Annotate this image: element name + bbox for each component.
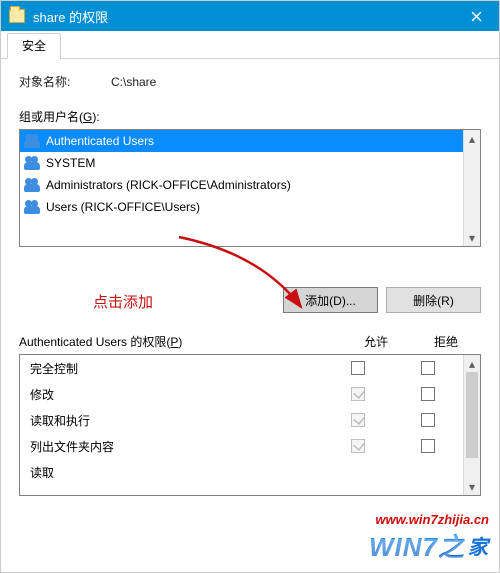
permission-label: 完全控制 bbox=[30, 360, 323, 377]
watermark-url: www.win7zhijia.cn bbox=[369, 512, 489, 527]
checkbox[interactable] bbox=[421, 361, 435, 375]
list-item-label: Administrators (RICK-OFFICE\Administrato… bbox=[46, 178, 291, 192]
object-row: 对象名称: C:\share bbox=[19, 73, 481, 90]
checkbox[interactable] bbox=[351, 413, 365, 427]
permissions-header: Authenticated Users 的权限(P) 允许 拒绝 bbox=[19, 333, 481, 350]
permissions-title: Authenticated Users 的权限(P) bbox=[19, 333, 341, 350]
button-row: 点击添加 添加(D)... 删除(R) bbox=[19, 287, 481, 313]
checkbox[interactable] bbox=[421, 387, 435, 401]
list-item[interactable]: Authenticated Users bbox=[20, 130, 480, 152]
scroll-up-icon[interactable]: ▴ bbox=[464, 355, 480, 372]
add-button[interactable]: 添加(D)... bbox=[283, 287, 378, 313]
object-value: C:\share bbox=[111, 75, 156, 89]
permission-label: 列出文件夹内容 bbox=[30, 438, 323, 455]
window-title: share 的权限 bbox=[33, 7, 454, 26]
list-item-label: Authenticated Users bbox=[46, 134, 154, 148]
list-item-label: SYSTEM bbox=[46, 156, 95, 170]
annotation-text: 点击添加 bbox=[93, 291, 153, 312]
tab-security[interactable]: 安全 bbox=[7, 33, 61, 59]
folder-icon bbox=[9, 9, 25, 23]
close-button[interactable] bbox=[454, 1, 499, 31]
groups-label: 组或用户名(G): bbox=[19, 108, 481, 125]
permission-row: 读取和执行 bbox=[20, 407, 463, 433]
permission-row: 读取 bbox=[20, 459, 463, 485]
users-icon bbox=[24, 155, 42, 171]
watermark-logo: WIN7之家 bbox=[369, 527, 489, 564]
permission-row: 完全控制 bbox=[20, 355, 463, 381]
list-item[interactable]: Users (RICK-OFFICE\Users) bbox=[20, 196, 480, 218]
permission-label: 修改 bbox=[30, 386, 323, 403]
scroll-thumb[interactable] bbox=[466, 372, 478, 458]
house-icon: 家 bbox=[468, 537, 489, 559]
permissions-listbox[interactable]: 完全控制修改读取和执行列出文件夹内容读取 ▴ ▾ bbox=[19, 354, 481, 496]
titlebar: share 的权限 bbox=[1, 1, 499, 31]
listbox-scrollbar[interactable]: ▴ ▾ bbox=[463, 130, 480, 246]
permission-row: 修改 bbox=[20, 381, 463, 407]
scroll-track[interactable] bbox=[464, 372, 480, 478]
scroll-down-icon[interactable]: ▾ bbox=[464, 229, 480, 246]
list-item[interactable]: SYSTEM bbox=[20, 152, 480, 174]
scroll-up-icon[interactable]: ▴ bbox=[464, 130, 480, 147]
content-area: 对象名称: C:\share 组或用户名(G): Authenticated U… bbox=[1, 59, 499, 506]
users-icon bbox=[24, 177, 42, 193]
checkbox[interactable] bbox=[421, 439, 435, 453]
checkbox[interactable] bbox=[351, 387, 365, 401]
permission-label: 读取 bbox=[30, 464, 323, 481]
checkbox[interactable] bbox=[421, 413, 435, 427]
checkbox[interactable] bbox=[351, 361, 365, 375]
list-item[interactable]: Administrators (RICK-OFFICE\Administrato… bbox=[20, 174, 480, 196]
permission-row: 列出文件夹内容 bbox=[20, 433, 463, 459]
remove-button[interactable]: 删除(R) bbox=[386, 287, 481, 313]
object-label: 对象名称: bbox=[19, 73, 111, 90]
close-icon bbox=[471, 11, 482, 22]
checkbox[interactable] bbox=[351, 439, 365, 453]
permissions-scrollbar[interactable]: ▴ ▾ bbox=[463, 355, 480, 495]
users-icon bbox=[24, 133, 42, 149]
scroll-down-icon[interactable]: ▾ bbox=[464, 478, 480, 495]
watermark: www.win7zhijia.cn WIN7之家 bbox=[369, 512, 489, 564]
col-allow: 允许 bbox=[341, 333, 411, 350]
groups-listbox[interactable]: Authenticated Users SYSTEM Administrators … bbox=[19, 129, 481, 247]
list-item-label: Users (RICK-OFFICE\Users) bbox=[46, 200, 200, 214]
permission-label: 读取和执行 bbox=[30, 412, 323, 429]
tab-strip: 安全 bbox=[1, 31, 499, 59]
col-deny: 拒绝 bbox=[411, 333, 481, 350]
users-icon bbox=[24, 199, 42, 215]
scroll-track[interactable] bbox=[464, 147, 480, 229]
